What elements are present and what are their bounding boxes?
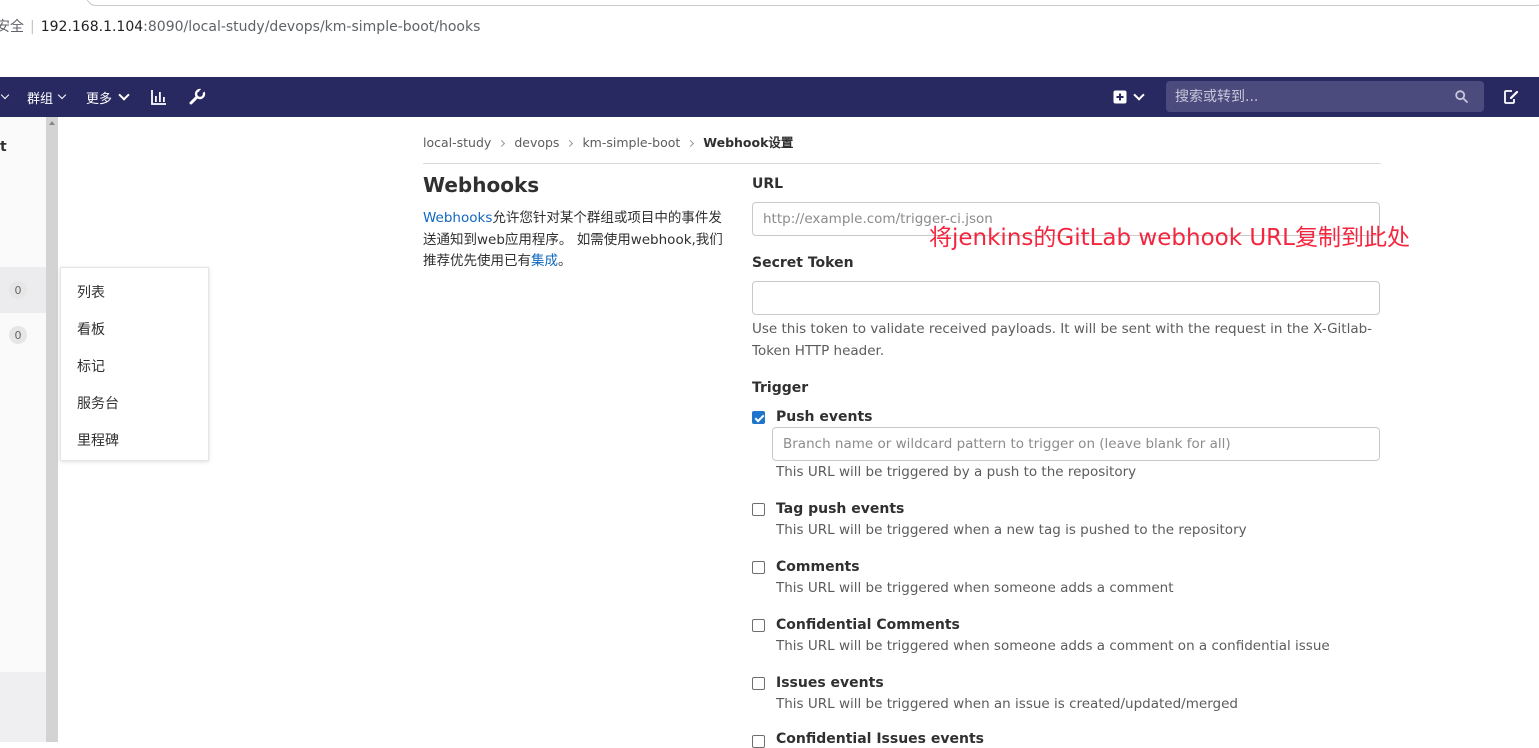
search-icon bbox=[1455, 90, 1468, 103]
flyout-item-labels[interactable]: 标记 bbox=[77, 356, 105, 376]
activity-chart-button[interactable] bbox=[150, 77, 168, 117]
url-host[interactable]: 192.168.1.104 bbox=[41, 19, 143, 35]
issues-events-desc: This URL will be triggered when an issue… bbox=[776, 696, 1238, 712]
page-title: Webhooks bbox=[423, 173, 540, 197]
branch-filter-input[interactable] bbox=[772, 427, 1380, 461]
webhooks-docs-link[interactable]: Webhooks bbox=[423, 210, 492, 226]
chevron-right-icon bbox=[566, 139, 574, 148]
nav-groups-dropdown[interactable]: 群组 bbox=[27, 77, 67, 117]
search-input[interactable] bbox=[1166, 81, 1484, 112]
sidebar-collapse-area[interactable] bbox=[0, 672, 46, 742]
url-label: URL bbox=[752, 176, 784, 192]
scroll-up-icon[interactable] bbox=[49, 121, 55, 125]
confidential-comments-checkbox[interactable] bbox=[752, 619, 765, 632]
browser-tab-strip bbox=[86, 0, 1539, 6]
breadcrumb-item[interactable]: devops bbox=[514, 135, 559, 150]
webhooks-description: Webhooks允许您针对某个群组或项目中的事件发送通知到web应用程序。 如需… bbox=[423, 208, 723, 273]
tag-push-events-desc: This URL will be triggered when a new ta… bbox=[776, 522, 1247, 538]
address-divider: | bbox=[30, 19, 35, 35]
nav-groups-label: 群组 bbox=[27, 91, 54, 107]
issues-events-checkbox[interactable] bbox=[752, 677, 765, 690]
nav-more-dropdown[interactable]: 更多 bbox=[86, 77, 130, 117]
comments-title[interactable]: Comments bbox=[776, 559, 860, 575]
admin-area-button[interactable] bbox=[188, 77, 206, 117]
secret-token-help: Use this token to validate received payl… bbox=[752, 321, 1373, 359]
chevron-right-icon bbox=[687, 139, 695, 148]
insecure-label[interactable]: 安全 bbox=[0, 19, 24, 35]
trigger-label: Trigger bbox=[752, 380, 809, 396]
breadcrumb-item[interactable]: km-simple-boot bbox=[582, 135, 680, 150]
wrench-icon bbox=[189, 88, 206, 105]
push-events-checkbox[interactable] bbox=[752, 411, 765, 424]
flyout-item-milestones[interactable]: 里程碑 bbox=[77, 430, 119, 450]
confidential-comments-title[interactable]: Confidential Comments bbox=[776, 617, 960, 633]
plus-square-icon bbox=[1113, 90, 1127, 104]
nav-projects-dropdown[interactable] bbox=[0, 77, 10, 117]
edit-icon bbox=[1504, 90, 1519, 104]
issues-count-badge: 0 bbox=[9, 281, 27, 299]
global-search[interactable] bbox=[1166, 81, 1484, 112]
chevron-down-icon bbox=[0, 90, 10, 100]
confidential-issues-events-title[interactable]: Confidential Issues events bbox=[776, 731, 984, 747]
issues-events-title[interactable]: Issues events bbox=[776, 675, 884, 691]
sidebar-scrollbar[interactable] bbox=[46, 117, 58, 742]
tag-push-events-checkbox[interactable] bbox=[752, 503, 765, 516]
secret-token-input[interactable] bbox=[752, 281, 1380, 315]
breadcrumb-current[interactable]: Webhook设置 bbox=[703, 135, 793, 150]
new-item-dropdown[interactable] bbox=[1113, 77, 1145, 117]
comments-checkbox[interactable] bbox=[752, 561, 765, 574]
chart-icon bbox=[151, 90, 166, 105]
chevron-right-icon bbox=[498, 139, 506, 148]
comments-desc: This URL will be triggered when someone … bbox=[776, 580, 1174, 596]
flyout-item-boards[interactable]: 看板 bbox=[77, 319, 105, 339]
merge-requests-count-badge: 0 bbox=[9, 326, 27, 344]
todo-button[interactable] bbox=[1503, 77, 1519, 117]
red-annotation-text: 将jenkins的GitLab webhook URL复制到此处 bbox=[929, 225, 1410, 251]
sidebar-project-title[interactable]: t bbox=[0, 139, 7, 155]
flyout-item-list[interactable]: 列表 bbox=[77, 282, 105, 302]
browser-toolbar: 安全 | 192.168.1.104:8090/local-study/devops… bbox=[0, 0, 1539, 77]
push-events-desc: This URL will be triggered by a push to … bbox=[776, 464, 1137, 480]
header-divider bbox=[423, 163, 1381, 164]
issues-flyout-menu: 列表 看板 标记 服务台 里程碑 bbox=[60, 267, 209, 461]
chevron-down-icon bbox=[57, 90, 67, 100]
description-end: 。 bbox=[558, 253, 572, 269]
push-events-title[interactable]: Push events bbox=[776, 409, 873, 425]
integrations-link[interactable]: 集成 bbox=[531, 253, 558, 269]
nav-more-label: 更多 bbox=[86, 91, 113, 107]
sidebar-item-issues[interactable]: 0 bbox=[0, 267, 46, 313]
breadcrumb: local-study devops km-simple-boot Webhook设置 bbox=[423, 132, 793, 151]
breadcrumb-item[interactable]: local-study bbox=[423, 135, 491, 150]
chevron-down-icon bbox=[1133, 89, 1145, 101]
chevron-down-icon bbox=[118, 89, 130, 101]
url-path[interactable]: :8090/local-study/devops/km-simple-boot/… bbox=[143, 19, 480, 35]
flyout-item-service-desk[interactable]: 服务台 bbox=[77, 393, 119, 413]
sidebar-item-merge-requests[interactable]: 0 bbox=[0, 313, 46, 359]
confidential-comments-desc: This URL will be triggered when someone … bbox=[776, 638, 1330, 654]
tag-push-events-title[interactable]: Tag push events bbox=[776, 501, 904, 517]
secret-token-label: Secret Token bbox=[752, 255, 854, 271]
address-bar[interactable]: 安全 | 192.168.1.104:8090/local-study/devops… bbox=[0, 16, 480, 36]
left-sidebar: t 0 0 bbox=[0, 117, 46, 742]
